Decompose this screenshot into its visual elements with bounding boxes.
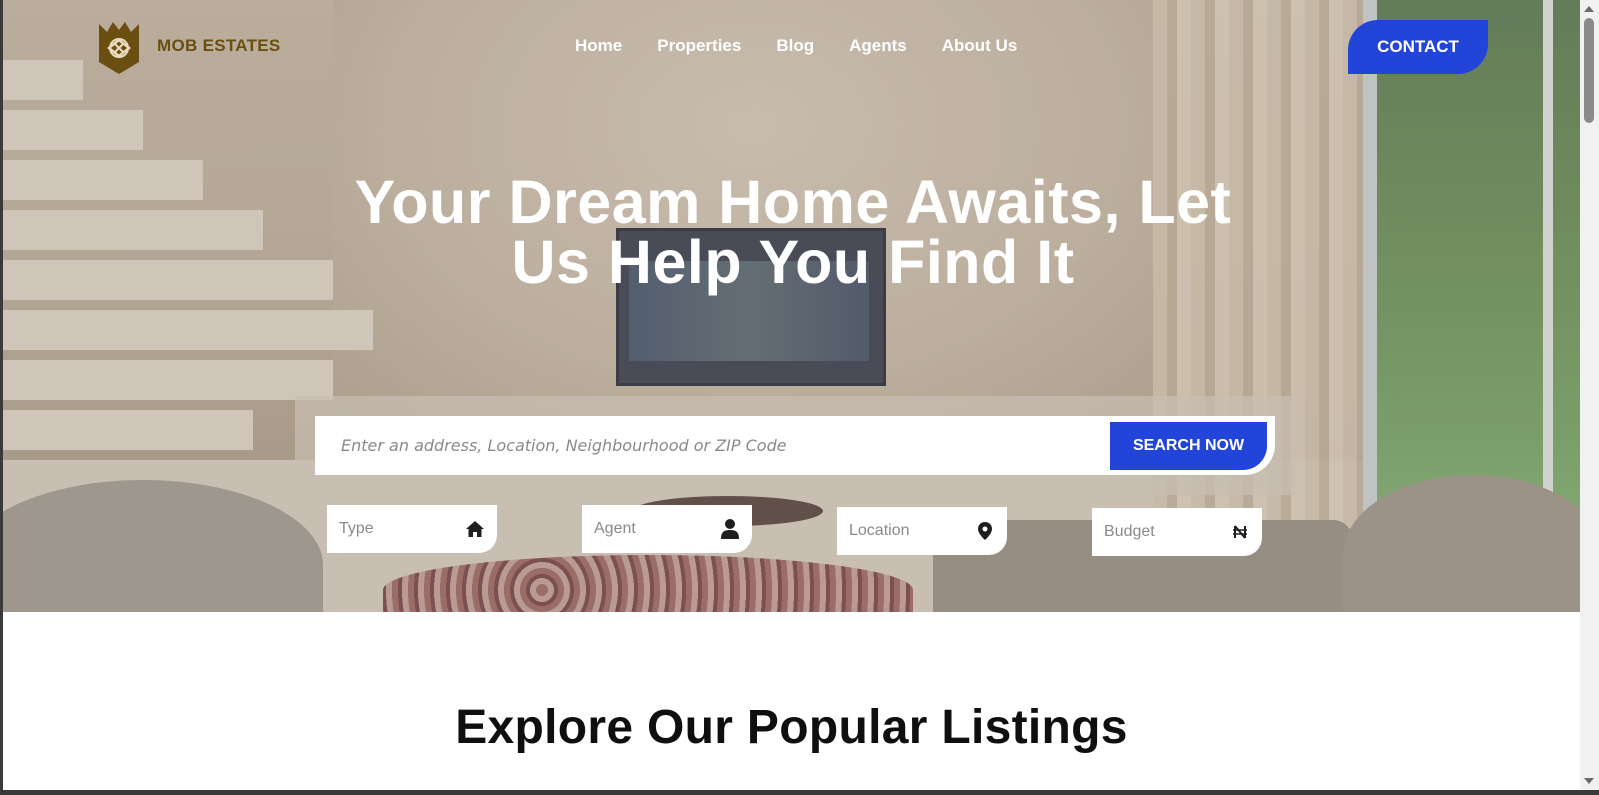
- hero-overlay: [3, 0, 1580, 612]
- hero-section: MOB ESTATES Home Properties Blog Agents …: [3, 0, 1580, 612]
- search-panel: SEARCH NOW: [295, 396, 1295, 495]
- search-field: SEARCH NOW: [315, 416, 1275, 475]
- search-now-button[interactable]: SEARCH NOW: [1110, 422, 1267, 470]
- page-viewport: MOB ESTATES Home Properties Blog Agents …: [3, 0, 1580, 790]
- scroll-up-arrow-icon[interactable]: [1584, 6, 1594, 12]
- hero-headline-line1: Your Dream Home Awaits, Let: [354, 168, 1232, 236]
- hero-headline-line2: Us Help You Find It: [511, 228, 1075, 296]
- main-nav: Home Properties Blog Agents About Us: [575, 36, 1017, 56]
- popular-listings-title: Explore Our Popular Listings: [455, 701, 1128, 754]
- brand-logo[interactable]: MOB ESTATES: [99, 18, 281, 74]
- scrollbar-thumb[interactable]: [1584, 18, 1594, 123]
- nav-item-properties[interactable]: Properties: [657, 36, 741, 56]
- search-input[interactable]: [341, 436, 1101, 455]
- filter-agent[interactable]: Agent: [582, 505, 752, 553]
- nav-item-agents[interactable]: Agents: [849, 36, 907, 56]
- brand-name: MOB ESTATES: [157, 36, 281, 55]
- nav-item-home[interactable]: Home: [575, 36, 622, 56]
- filter-type-label: Type: [339, 520, 374, 537]
- nav-item-about-us[interactable]: About Us: [942, 36, 1018, 56]
- user-icon: [720, 519, 740, 539]
- brand-logo-icon: [99, 22, 139, 74]
- filter-type[interactable]: Type: [327, 505, 497, 553]
- filter-budget-label: Budget: [1104, 523, 1155, 540]
- filter-budget[interactable]: Budget: [1092, 508, 1262, 556]
- nav-item-blog[interactable]: Blog: [776, 36, 814, 56]
- filter-location-label: Location: [849, 522, 910, 539]
- naira-icon: [1230, 522, 1250, 542]
- filter-location[interactable]: Location: [837, 507, 1007, 555]
- page-scrollbar[interactable]: [1580, 0, 1599, 790]
- filter-agent-label: Agent: [594, 520, 636, 537]
- home-icon: [465, 519, 485, 539]
- hero-headline: Your Dream Home Awaits, Let Us Help You …: [283, 172, 1303, 293]
- map-pin-icon: [975, 521, 995, 541]
- scroll-down-arrow-icon[interactable]: [1584, 778, 1594, 784]
- contact-button[interactable]: CONTACT: [1348, 20, 1488, 74]
